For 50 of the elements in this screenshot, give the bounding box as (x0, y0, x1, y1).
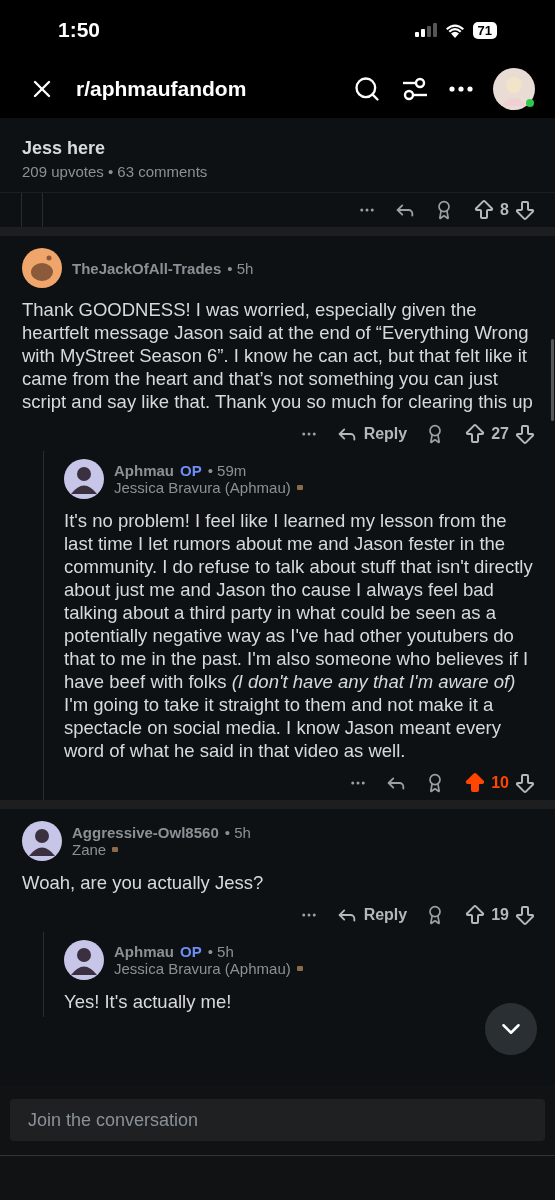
flair-icon (296, 966, 303, 971)
comment-time: • 5h (227, 259, 254, 277)
reply-button[interactable]: Reply (335, 904, 408, 926)
op-label: OP (180, 462, 202, 479)
scroll-down-button[interactable] (485, 1003, 537, 1055)
avatar-icon (64, 459, 104, 499)
downvote-icon[interactable] (513, 771, 537, 795)
comment-author[interactable]: TheJackOfAll-Trades (72, 259, 222, 277)
post-title: Jess here (22, 138, 107, 159)
post-stats: 209 upvotes • 63 comments (22, 163, 209, 180)
comment-author[interactable]: Aphmau (114, 943, 174, 960)
profile-avatar[interactable] (493, 68, 535, 110)
downvote-icon[interactable] (513, 422, 537, 446)
wifi-icon (444, 22, 465, 38)
vote-count: 27 (491, 425, 509, 443)
subreddit-name[interactable]: r/aphmaufandom (76, 77, 333, 101)
search-icon (353, 75, 381, 103)
comment-body: Thank GOODNESS! I was worried, especially given the heartfelt message Jason said at the end of “Everything Wrong with MyStreet Season 6”. I know he can act, but that felt like it came from the heart and that’s not something you can just script and say like that. Thank you so much for clearing this up (22, 298, 534, 414)
comment-body: It's no problem! I feel like I learned my lesson from the last time I let rumors about me and Jason fester in the community. I do refuse to talk about stuff that isn't directly about just me and Jason tho cause I always feel bad talking about a third party in what could be seen as a potentially negative way as I've had other youtubers do that to me in the past. I'm also someone who believes if I have beef with folks (I don't have any that I'm aware of) I'm going to take it straight to them and not make it a spectacle on social media. I know Jason meant every word of what he said in that video as well. (64, 509, 534, 763)
user-flair: Jessica Bravura (Aphmau) (114, 479, 291, 496)
downvote-icon[interactable] (513, 903, 537, 927)
comment-time: • 5h (207, 943, 234, 960)
avatar-icon (64, 940, 104, 980)
reply-button[interactable]: Reply (335, 423, 408, 445)
user-flair: Zane (72, 841, 107, 858)
more-button[interactable] (449, 86, 473, 92)
comment-body: Woah, are you actually Jess? (22, 871, 265, 895)
vote-count: 19 (491, 906, 509, 924)
signal-icon (414, 23, 437, 37)
search-button[interactable] (353, 75, 381, 103)
vote-count: 10 (491, 774, 509, 792)
comment-author[interactable]: Aggressive-Owl8560 (72, 824, 219, 841)
clock: 1:50 (58, 18, 101, 42)
comment-time: • 59m (207, 462, 247, 479)
flair-icon (296, 485, 303, 490)
comment-author[interactable]: Aphmau (114, 462, 174, 479)
op-label: OP (180, 943, 202, 960)
comment-time: • 5h (224, 824, 251, 841)
comment-body: Yes! It's actually me! (64, 990, 233, 1014)
downvote-icon[interactable] (513, 198, 537, 222)
avatar-icon (22, 248, 62, 288)
user-flair: Jessica Bravura (Aphmau) (114, 960, 291, 977)
filter-icon[interactable] (401, 75, 429, 103)
vote-count: 8 (500, 201, 509, 219)
avatar-icon (22, 821, 62, 861)
comment-input[interactable]: Join the conversation (10, 1099, 545, 1141)
flair-icon (112, 847, 119, 852)
scrollbar[interactable] (551, 339, 554, 421)
battery-level: 71 (472, 21, 497, 39)
more-icon (449, 86, 473, 92)
